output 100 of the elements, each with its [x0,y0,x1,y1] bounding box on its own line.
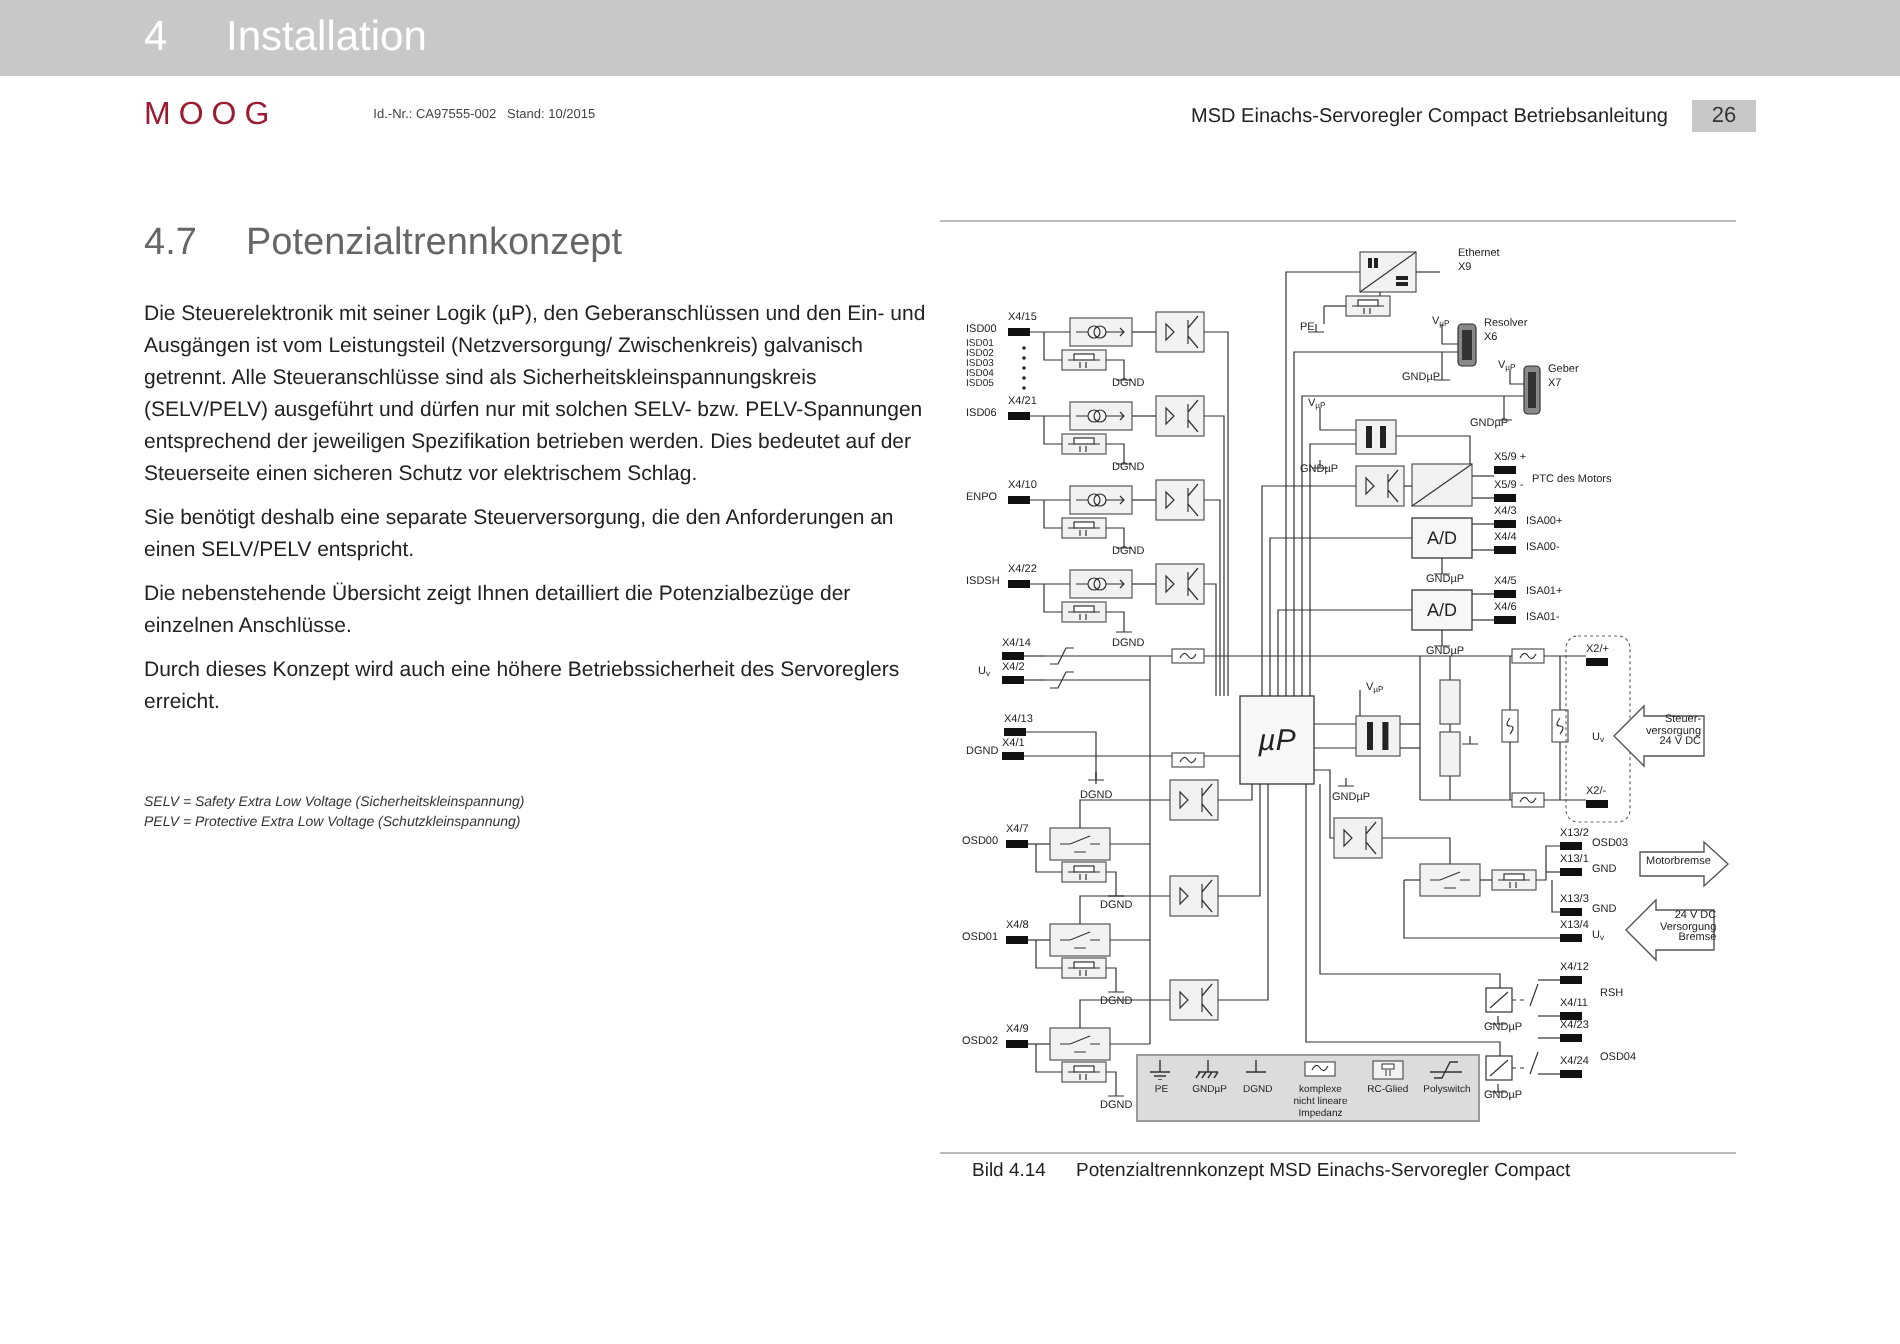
block-label: A/D [1424,601,1459,619]
rc-element-block [1061,433,1107,455]
ground-icon [1337,777,1355,787]
ground-icon [1115,455,1133,465]
wire [1105,359,1125,373]
connector-pin [1006,840,1028,848]
section-title: Potenzialtrennkonzept [246,220,623,268]
connector-pin [1560,1070,1582,1078]
wire [1023,679,1047,681]
wire [1105,611,1125,625]
wire [1313,723,1357,725]
connector-pin [1494,616,1516,624]
ground-icon [1433,565,1451,575]
signal-arrow [1639,840,1730,888]
sub-d-connector-icon [1523,365,1541,415]
wire [1449,723,1451,733]
rc-element-block [1061,957,1107,979]
polyswitch-symbol [1045,647,1077,665]
body-paragraph: Durch dieses Konzept wird auch eine höhere Betriebssicherheit des Servoreglers erreicht. [144,655,902,717]
connector-pin [1004,728,1026,736]
wire [1131,583,1157,585]
block-label: µP [1256,725,1298,755]
legend-symbol-icon [1430,1060,1463,1080]
optocoupler-block [1155,563,1205,605]
wire [1105,527,1125,541]
connector-pin [1002,676,1024,684]
wire [1131,499,1157,501]
sub-d-connector-icon [1457,323,1477,367]
optocoupler-block [1169,779,1219,821]
connector-pin [1494,590,1516,598]
current-source-block [1069,317,1133,347]
microprocessor-block [1239,695,1315,785]
wire [1023,655,1047,657]
ground-icon [1115,539,1133,549]
connector-pin [1006,1040,1028,1048]
relay-icon [1485,1051,1539,1081]
optocoupler-block [1169,979,1219,1021]
wire [1105,967,1117,985]
figure-caption: Potenzialtrennkonzept MSD Einachs-Servoregler Compact [1076,1158,1571,1186]
switch-block [1049,827,1111,861]
wire [1537,1015,1561,1017]
wire [1537,1073,1561,1075]
legend-symbol-icon [1371,1060,1404,1080]
company-logo: MOOG [144,100,278,132]
connector-pin [1008,496,1030,504]
optocoupler-block [1333,817,1383,859]
converter-block [1411,589,1473,631]
optocoupler-block [1155,479,1205,521]
impedance-symbol [1551,709,1569,743]
wire [1105,1071,1117,1089]
legend-symbol-icon [1304,1060,1337,1080]
impedance-symbol [1501,709,1519,743]
rc-element-block [1061,517,1107,539]
block-label: A/D [1424,529,1459,547]
switch-block [1049,1027,1111,1061]
body-paragraph: Die Steuerelektronik mit seiner Logik (µP), den Geberanschlüssen und den Ein- und Ausgängen ist vom Leistungsteil (Netzversorgung/ Zwischenkreis) galvanisch getrennt. Alle Steueranschlüsse sind als Sicherheitskleinspannungskreis (SELV/PELV) ausgeführt und dürfen nur mit solchen SELV- bzw. PELV-Spannungen entsprechend der jeweiligen Spezifikation betrieben werden. Dies bedeutet auf der Steuerseite einen sicheren Schutz vor elektrischem Schlag. [144,299,928,489]
ground-icon [1115,371,1133,381]
impedance-symbol [1511,648,1545,664]
ground-icon [1107,1087,1125,1097]
rc-element-block [1061,1061,1107,1083]
connector-pin [1002,752,1024,760]
wire [1379,291,1381,297]
connector-pin [1008,412,1030,420]
rc-element-block [1345,295,1391,317]
body-paragraph: Sie benötigt deshalb eine separate Steuerversorgung, die den Anforderungen an einen SELV/PELV entspricht. [144,503,896,565]
signal-arrow [1613,704,1705,768]
converter-block [1411,463,1473,507]
transformer-block [1355,419,1397,455]
current-source-block [1069,569,1133,599]
connector-pin [1560,842,1582,850]
connector-pin [1494,466,1516,474]
connector-pin [1586,800,1608,808]
wire [1105,871,1117,889]
connector-pin [1560,1034,1582,1042]
impedance-symbol [1171,752,1205,768]
section-number: 4.7 [144,220,199,268]
connector-pin [1008,580,1030,588]
wire [1105,443,1125,457]
ground-icon [1489,1015,1507,1025]
connector-pin [1560,868,1582,876]
wire [1537,1037,1561,1039]
rc-element-block [1061,349,1107,371]
connector-pin [1494,494,1516,502]
transformer-block [1355,715,1401,757]
connector-pin [1008,328,1030,336]
current-source-block [1069,485,1133,515]
optocoupler-block [1155,311,1205,353]
capacitor-pair-symbol [1439,679,1461,777]
ground-icon [1115,623,1133,633]
connector-pin [1494,520,1516,528]
switch-block [1419,863,1481,897]
switch-block [1049,923,1111,957]
wire [1537,979,1561,981]
wire [1415,271,1441,273]
ground-icon [1495,411,1513,421]
connector-pin [1560,934,1582,942]
current-source-block [1069,401,1133,431]
wire [1441,323,1459,345]
ground-icon [1433,637,1451,647]
connector-pin [1560,976,1582,984]
